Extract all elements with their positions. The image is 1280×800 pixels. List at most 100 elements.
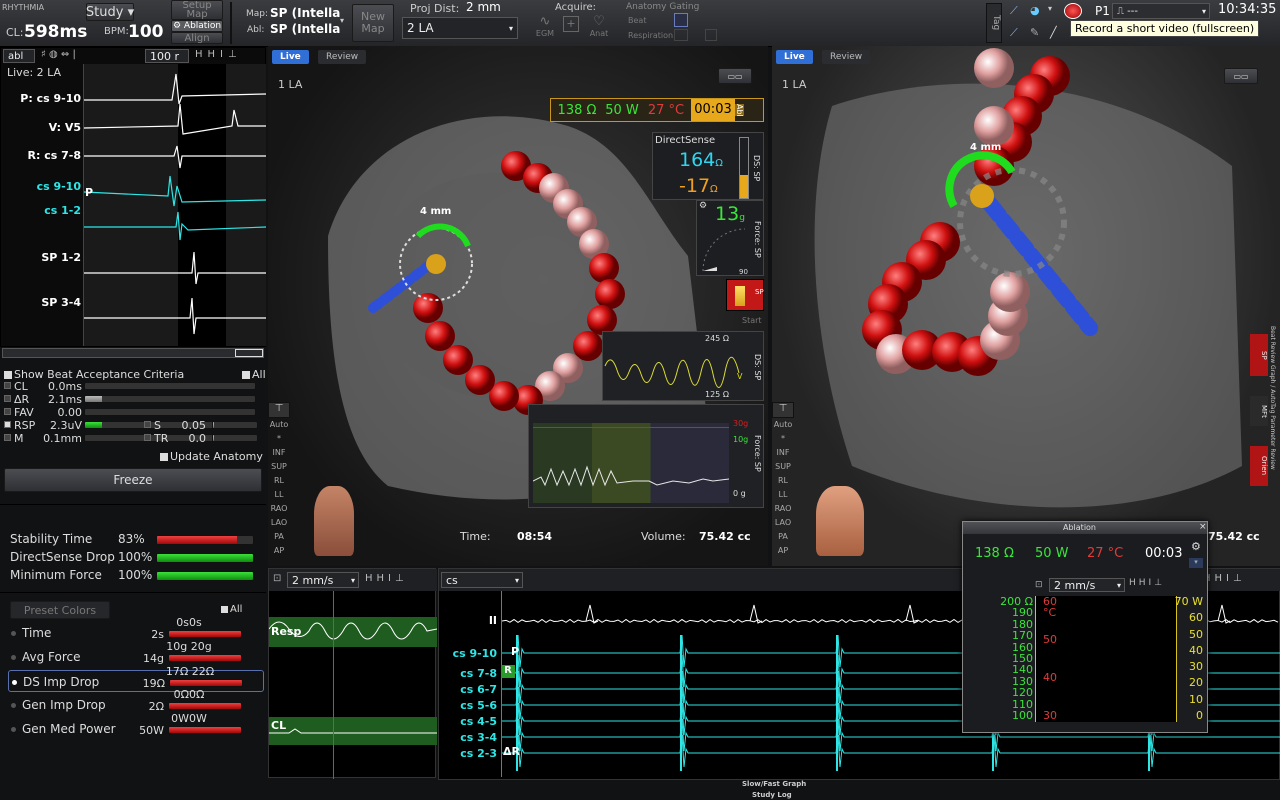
view-button[interactable]: Auto bbox=[268, 418, 290, 432]
view-button[interactable]: RAO bbox=[268, 502, 290, 516]
all-checkbox[interactable] bbox=[242, 370, 250, 379]
preset-bar[interactable] bbox=[168, 630, 242, 638]
view-button[interactable]: RL bbox=[268, 474, 290, 488]
preset-bar[interactable] bbox=[168, 702, 242, 710]
brush-icon[interactable]: ╱ bbox=[1050, 26, 1064, 40]
view-button[interactable]: * bbox=[268, 432, 290, 446]
view-button[interactable]: AP bbox=[772, 544, 794, 558]
ablation-tag[interactable] bbox=[974, 106, 1014, 146]
criteria-bar[interactable] bbox=[212, 421, 258, 429]
main-trace-label[interactable]: cs 6-7 bbox=[439, 683, 497, 696]
preset-row[interactable]: Time 2s 0s0s bbox=[8, 616, 264, 644]
view-button[interactable]: RAO bbox=[772, 502, 794, 516]
update-anatomy-checkbox[interactable] bbox=[160, 452, 168, 461]
view-options-icon[interactable]: ▭▭ bbox=[718, 68, 752, 84]
plus-icon[interactable]: + bbox=[563, 16, 579, 32]
timeline-thumb[interactable] bbox=[235, 349, 263, 357]
chevron-down-icon[interactable]: ▾ bbox=[1048, 4, 1058, 18]
pin-icon[interactable]: ⊤ bbox=[772, 402, 794, 418]
view-button[interactable]: SUP bbox=[772, 460, 794, 474]
update-anatomy-row[interactable]: Update Anatomy bbox=[160, 450, 263, 463]
close-icon[interactable]: × bbox=[1199, 522, 1207, 532]
main-trace-label[interactable]: cs 5-6 bbox=[439, 699, 497, 712]
trace-label[interactable]: R: cs 7-8 bbox=[1, 149, 81, 162]
ablation-window[interactable]: Ablation × 138 Ω 50 W 27 °C 00:03 ⚙ ▾ ⊡ … bbox=[962, 521, 1208, 733]
abl-select[interactable]: SP (Intella bbox=[270, 22, 348, 38]
criteria-bar[interactable] bbox=[84, 395, 256, 403]
zoom-icons[interactable]: HHI⊥ bbox=[1203, 573, 1246, 584]
view-button[interactable]: * bbox=[772, 432, 794, 446]
tag-button[interactable]: Tag bbox=[986, 3, 1002, 43]
main-trace-label[interactable]: II bbox=[439, 614, 497, 627]
preset-radio[interactable] bbox=[11, 655, 16, 660]
ablation-tag[interactable] bbox=[443, 345, 473, 375]
ablation-tag[interactable] bbox=[595, 279, 625, 309]
preset-radio[interactable] bbox=[12, 680, 17, 685]
timeline-strip[interactable] bbox=[2, 348, 264, 358]
side-tab[interactable]: MFt bbox=[1250, 396, 1268, 426]
zoom-icons[interactable]: HHI⊥ bbox=[365, 573, 408, 584]
preset-all-checkbox[interactable] bbox=[221, 606, 228, 613]
align-button[interactable]: Align bbox=[171, 32, 223, 44]
trace-label[interactable]: cs 9-10 bbox=[1, 180, 81, 193]
criteria-checkbox[interactable] bbox=[4, 408, 11, 415]
preset-all-row[interactable]: All bbox=[221, 604, 242, 615]
new-map-button[interactable]: New Map bbox=[352, 4, 394, 42]
p1-select[interactable]: ⎍ --- ▾ bbox=[1112, 3, 1210, 19]
acquire-egm-button[interactable]: ∿ EGM bbox=[530, 14, 560, 42]
trace-label[interactable]: V: V5 bbox=[1, 121, 81, 134]
ruler-icon[interactable]: ⊡ bbox=[273, 573, 281, 584]
catheter-icon[interactable]: ⟋ bbox=[1010, 26, 1024, 40]
criteria-row[interactable]: CL 0.0ms bbox=[4, 380, 258, 393]
view-button[interactable]: LL bbox=[772, 488, 794, 502]
study-menu[interactable]: Study ▾ bbox=[86, 3, 134, 21]
view-options-icon[interactable]: ▭▭ bbox=[1224, 68, 1258, 84]
criteria-row[interactable]: FAV 0.00 bbox=[4, 406, 258, 419]
criteria-checkbox[interactable] bbox=[4, 421, 11, 428]
gate-respiration-checkbox[interactable] bbox=[674, 29, 688, 41]
pin-icon[interactable]: ⊤ bbox=[268, 402, 290, 418]
view-button[interactable]: INF bbox=[268, 446, 290, 460]
criteria-bar[interactable] bbox=[212, 434, 258, 442]
gear-icon[interactable]: ⚙ bbox=[699, 201, 707, 211]
channel-select[interactable]: cs ▾ bbox=[441, 572, 523, 588]
pen-icon[interactable]: ✎ bbox=[1030, 26, 1044, 40]
ablation-tag[interactable] bbox=[990, 272, 1030, 312]
main-trace-label[interactable]: cs 9-10 bbox=[439, 647, 497, 660]
criteria-row[interactable]: S 0.05 bbox=[144, 419, 264, 432]
zoom-icons[interactable]: HHI⊥ bbox=[1129, 578, 1165, 588]
preset-row[interactable]: DS Imp Drop 19Ω 17Ω 22Ω bbox=[8, 665, 264, 692]
chevron-down-icon[interactable]: ▾ bbox=[1189, 558, 1203, 568]
criteria-checkbox[interactable] bbox=[4, 382, 11, 389]
criteria-checkbox[interactable] bbox=[4, 395, 11, 402]
chevron-down-icon[interactable]: ▾ bbox=[340, 16, 344, 25]
aw-speed-select[interactable]: 2 mm/s ▾ bbox=[1049, 578, 1125, 592]
view-button[interactable]: LAO bbox=[268, 516, 290, 530]
side-tab[interactable]: SP bbox=[1250, 334, 1268, 376]
preset-radio[interactable] bbox=[11, 703, 16, 708]
record-video-icon[interactable] bbox=[1064, 3, 1082, 19]
main-trace-label[interactable]: cs 7-8 bbox=[439, 667, 497, 680]
side-tab[interactable]: Orien bbox=[1250, 446, 1268, 486]
proj-chamber-select[interactable]: 2 LA ▾ bbox=[402, 17, 518, 39]
globe-icon[interactable]: ◕ bbox=[1030, 4, 1046, 18]
criteria-row[interactable]: TR 0.0 bbox=[144, 432, 264, 445]
preset-row[interactable]: Avg Force 14g 10g 20g bbox=[8, 640, 264, 668]
trace-label[interactable]: SP 1-2 bbox=[1, 251, 81, 264]
show-beat-checkbox[interactable] bbox=[4, 370, 12, 379]
sp-start-button[interactable]: SP bbox=[726, 279, 764, 311]
preset-radio[interactable] bbox=[11, 631, 16, 636]
view-button[interactable]: LAO bbox=[772, 516, 794, 530]
criteria-checkbox[interactable] bbox=[144, 421, 151, 428]
gear-icon[interactable]: ⚙ bbox=[1191, 540, 1201, 553]
setup-map-button[interactable]: Setup Map bbox=[171, 0, 223, 20]
main-trace-label[interactable]: cs 3-4 bbox=[439, 731, 497, 744]
rate-select[interactable]: 100 r bbox=[145, 49, 189, 63]
map-select[interactable]: SP (Intella bbox=[270, 6, 348, 22]
view-button[interactable]: INF bbox=[772, 446, 794, 460]
criteria-checkbox[interactable] bbox=[4, 434, 11, 441]
map-view-right[interactable]: Live Review 1 LA 4 mm 75.42 cc ▭▭ SP MFt O… bbox=[772, 46, 1280, 566]
view-button[interactable]: AP bbox=[268, 544, 290, 558]
gate-beat-checkbox[interactable] bbox=[674, 13, 688, 27]
ablation-tag[interactable] bbox=[589, 253, 619, 283]
